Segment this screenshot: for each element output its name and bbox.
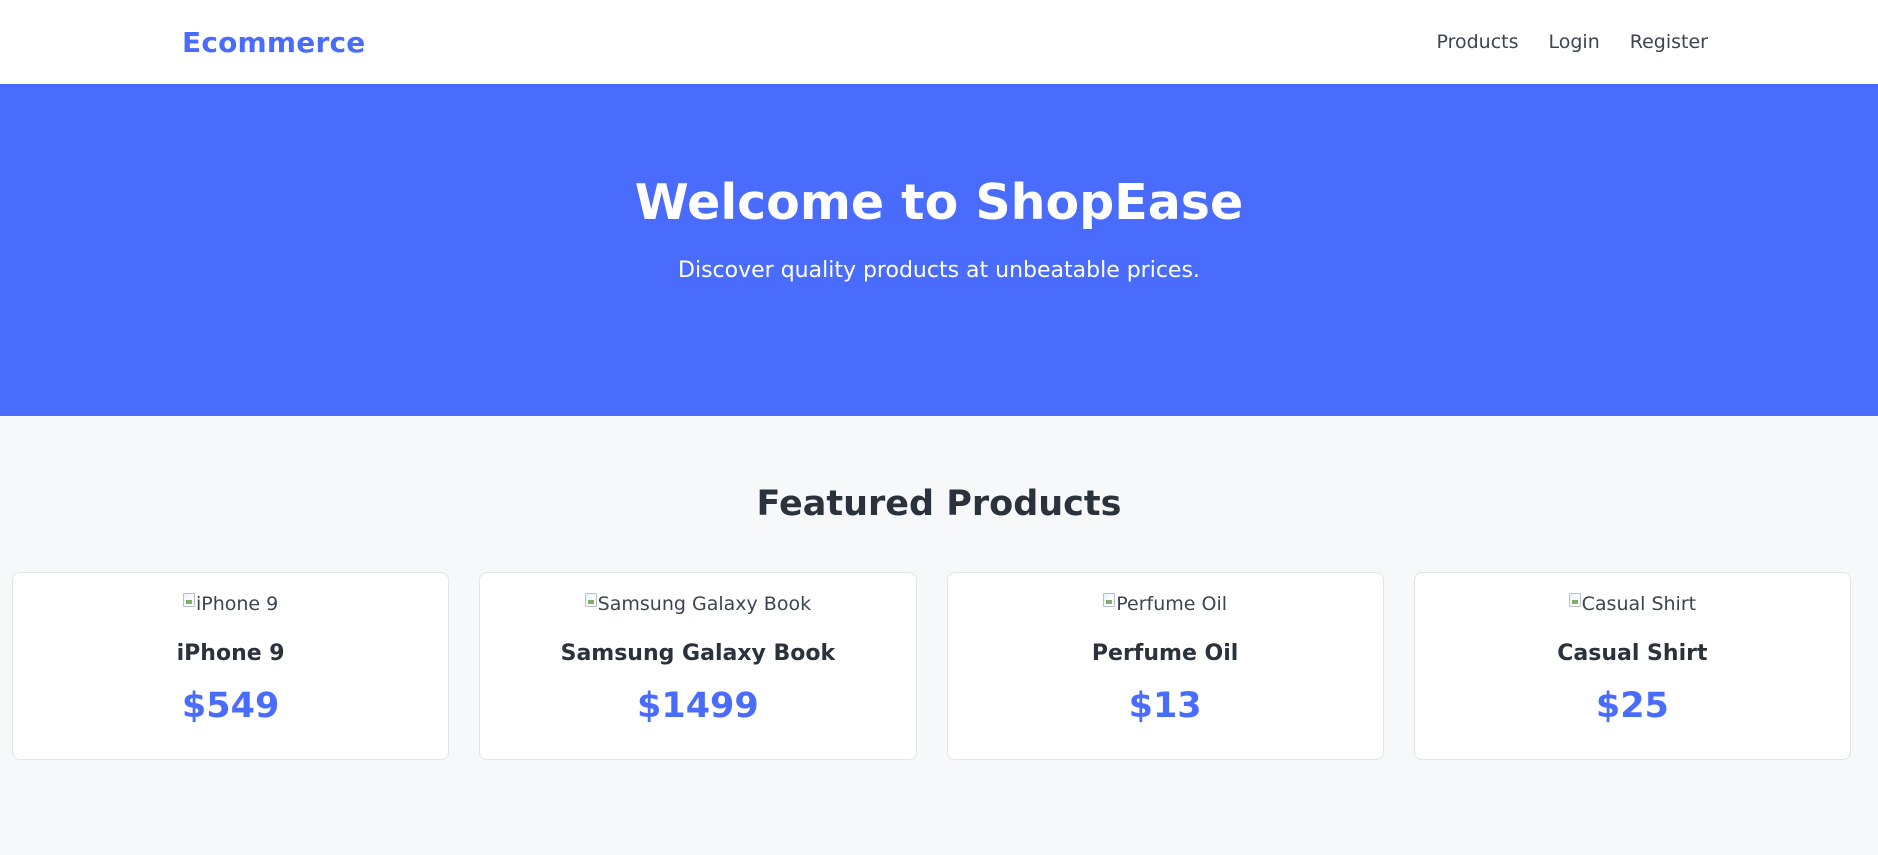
- product-price: $549: [181, 686, 280, 726]
- hero-subtitle: Discover quality products at unbeatable …: [678, 257, 1200, 283]
- product-grid: iPhone 9 iPhone 9 $549 Samsung Galaxy Bo…: [0, 572, 1878, 760]
- product-card[interactable]: Perfume Oil Perfume Oil $13: [946, 572, 1384, 760]
- product-image-alt-text: Samsung Galaxy Book: [597, 593, 812, 615]
- product-image[interactable]: Perfume Oil: [1103, 591, 1227, 617]
- nav-link-login[interactable]: Login: [1549, 31, 1600, 53]
- product-image[interactable]: Casual Shirt: [1568, 591, 1697, 617]
- brand-logo[interactable]: Ecommerce: [182, 26, 366, 59]
- nav-links: Products Login Register: [1436, 31, 1708, 53]
- broken-image-icon: [1103, 593, 1116, 607]
- product-card[interactable]: iPhone 9 iPhone 9 $549: [12, 572, 450, 760]
- product-name: Casual Shirt: [1557, 641, 1708, 666]
- product-price: $25: [1595, 686, 1669, 726]
- product-price: $13: [1128, 686, 1202, 726]
- nav-link-register[interactable]: Register: [1630, 31, 1708, 53]
- product-image-alt-text: iPhone 9: [195, 593, 279, 615]
- product-card[interactable]: Casual Shirt Casual Shirt $25: [1413, 572, 1851, 760]
- product-name: Perfume Oil: [1091, 641, 1239, 666]
- product-name: Samsung Galaxy Book: [560, 641, 836, 666]
- product-image[interactable]: iPhone 9: [182, 591, 279, 617]
- hero-banner: Welcome to ShopEase Discover quality pro…: [0, 84, 1878, 416]
- navbar: Ecommerce Products Login Register: [0, 0, 1878, 84]
- product-image-alt-text: Casual Shirt: [1581, 593, 1697, 615]
- product-name: iPhone 9: [176, 641, 285, 666]
- hero-title: Welcome to ShopEase: [634, 174, 1244, 231]
- product-image-alt-text: Perfume Oil: [1116, 593, 1227, 615]
- broken-image-icon: [182, 593, 195, 607]
- featured-products-title: Featured Products: [756, 484, 1122, 524]
- broken-image-icon: [584, 593, 597, 607]
- nav-link-products[interactable]: Products: [1436, 31, 1518, 53]
- featured-products-section: Featured Products iPhone 9 iPhone 9 $549…: [0, 416, 1878, 855]
- product-price: $1499: [636, 686, 759, 726]
- broken-image-icon: [1568, 593, 1581, 607]
- product-image[interactable]: Samsung Galaxy Book: [584, 591, 812, 617]
- product-card[interactable]: Samsung Galaxy Book Samsung Galaxy Book …: [479, 572, 917, 760]
